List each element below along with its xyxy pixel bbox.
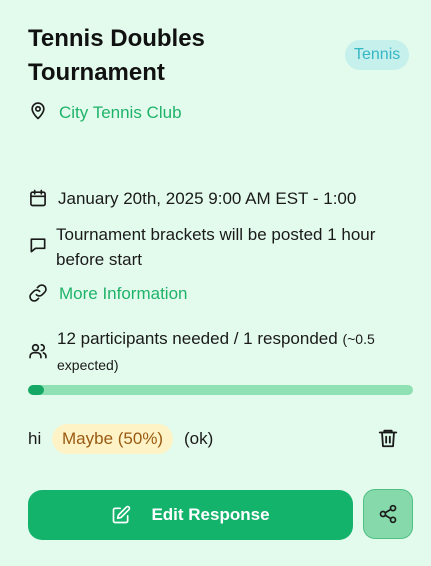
location-row: City Tennis Club <box>28 101 182 125</box>
progress-fill <box>28 385 45 395</box>
event-card: Tennis Doubles Tournament Tennis City Te… <box>0 0 431 566</box>
response-status-badge: Maybe (50%) <box>52 424 174 454</box>
link-icon <box>28 283 48 303</box>
message-icon <box>28 235 48 255</box>
share-button[interactable] <box>363 489 413 539</box>
map-pin-icon <box>28 101 48 121</box>
event-datetime: January 20th, 2025 9:00 AM EST - 1:00 <box>58 189 357 208</box>
participants-progress <box>28 385 413 395</box>
response-row: hi Maybe (50%) (ok) <box>28 424 403 454</box>
location-link[interactable]: City Tennis Club <box>59 101 182 125</box>
respondent-name: hi <box>28 429 42 448</box>
calendar-icon <box>28 188 48 208</box>
participants-text: 12 participants needed / 1 responded (~0… <box>57 326 408 378</box>
share-icon <box>378 504 398 524</box>
edit-response-label: Edit Response <box>151 505 270 524</box>
users-icon <box>28 341 48 361</box>
edit-icon <box>111 505 131 525</box>
event-title: Tennis Doubles Tournament <box>28 25 205 86</box>
notes-row: Tournament brackets will be posted 1 hou… <box>28 222 398 272</box>
participants-summary: 12 participants needed / 1 responded <box>57 329 338 348</box>
trash-icon[interactable] <box>377 427 399 449</box>
more-info-row[interactable]: More Information <box>28 281 188 306</box>
participants-row: 12 participants needed / 1 responded (~0… <box>28 326 408 378</box>
sport-badge: Tennis <box>345 40 410 70</box>
response-note: (ok) <box>184 429 214 448</box>
edit-response-button[interactable]: Edit Response <box>28 490 353 540</box>
datetime-row: January 20th, 2025 9:00 AM EST - 1:00 <box>28 186 356 211</box>
event-notes: Tournament brackets will be posted 1 hou… <box>56 225 376 269</box>
more-info-link[interactable]: More Information <box>59 281 188 306</box>
